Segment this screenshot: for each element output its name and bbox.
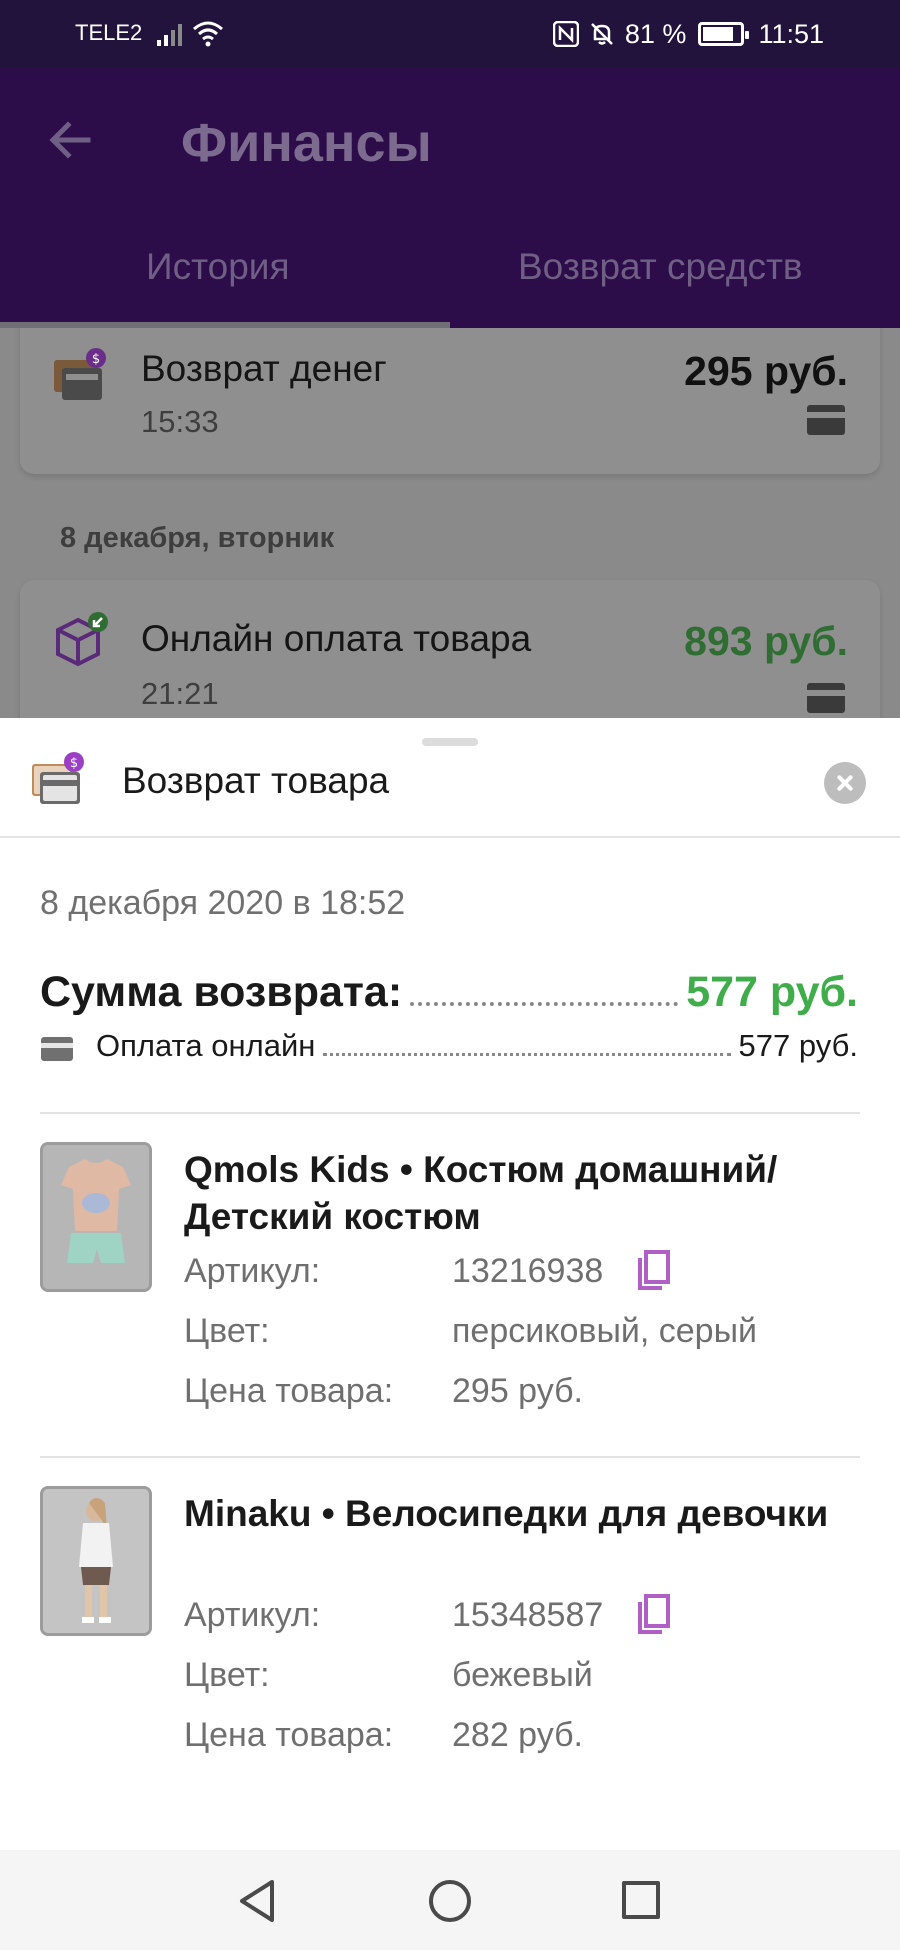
carrier-name: TELE2: [75, 20, 143, 45]
price-value: 282 руб.: [452, 1716, 584, 1754]
system-nav-bar: [0, 1850, 900, 1950]
history-item[interactable]: $ Возврат денег 15:33 295 руб.: [20, 328, 880, 474]
tab-history[interactable]: История: [146, 246, 289, 288]
package-payment-icon: [56, 612, 108, 667]
product-name: Minaku • Велосипедки для девочки: [184, 1493, 829, 1534]
history-item-time: 21:21: [141, 676, 219, 711]
divider: [0, 836, 900, 838]
dotted-leader: [410, 1002, 679, 1006]
clock: 11:51: [758, 18, 824, 49]
wifi-icon: [193, 21, 223, 47]
copy-icon[interactable]: [636, 1594, 672, 1636]
color-value: бежевый: [452, 1656, 593, 1694]
sheet-title: Возврат товара: [122, 760, 390, 801]
history-item-amount: 295 руб.: [684, 348, 848, 394]
back-arrow-icon[interactable]: [44, 114, 96, 166]
card-icon: [807, 405, 845, 435]
history-item-title: Онлайн оплата товара: [141, 618, 532, 659]
status-bar: TELE2 81 % 11:51: [0, 0, 900, 68]
dotted-leader: [323, 1053, 731, 1056]
product-image[interactable]: [40, 1142, 152, 1292]
mute-bell-icon: [589, 21, 615, 47]
battery-percent: 81 %: [624, 18, 687, 49]
svg-text:$: $: [92, 352, 100, 367]
article-label: Артикул:: [184, 1252, 321, 1290]
history-item[interactable]: Онлайн оплата товара 21:21 893 руб.: [20, 580, 880, 718]
card-icon: [41, 1037, 73, 1061]
color-value: персиковый, серый: [452, 1312, 758, 1350]
color-label: Цвет:: [184, 1656, 270, 1694]
signal-icon: [157, 24, 182, 46]
refund-wallet-icon: $: [32, 752, 84, 804]
refund-sum-row: Сумма возврата: 577 руб.: [40, 968, 858, 1020]
product-item[interactable]: Minaku • Велосипедки для девочки Артикул…: [40, 1486, 870, 1786]
price-label: Цена товара:: [184, 1716, 394, 1754]
article-label: Артикул:: [184, 1596, 321, 1634]
divider: [40, 1112, 860, 1114]
divider: [40, 1456, 860, 1458]
card-icon: [807, 683, 845, 713]
product-name: Qmols Kids • Костюм домашний/ Детский ко…: [184, 1149, 778, 1237]
date-header: 8 декабря, вторник: [60, 522, 335, 554]
nav-recents-icon[interactable]: [622, 1881, 660, 1919]
refund-details-sheet: $ Возврат товара 8 декабря 2020 в 18:52 …: [0, 718, 900, 1850]
product-image[interactable]: [40, 1486, 152, 1636]
refund-wallet-icon: $: [54, 348, 106, 400]
nav-home-icon[interactable]: [429, 1880, 471, 1922]
battery-icon: [698, 22, 750, 46]
history-item-time: 15:33: [141, 404, 219, 439]
history-list: $ Возврат денег 15:33 295 руб. 8 декабря…: [0, 328, 900, 718]
nfc-icon: [552, 21, 579, 47]
refund-sum-label: Сумма возврата:: [40, 968, 403, 1016]
close-button[interactable]: [824, 762, 866, 804]
page-title: Финансы: [181, 113, 432, 173]
nav-back-icon[interactable]: [236, 1878, 278, 1924]
product-item[interactable]: Qmols Kids • Костюм домашний/ Детский ко…: [40, 1142, 870, 1442]
payment-method-label: Оплата онлайн: [96, 1028, 316, 1063]
refund-date: 8 декабря 2020 в 18:52: [40, 884, 406, 922]
copy-icon[interactable]: [636, 1250, 672, 1292]
refund-sum-value: 577 руб.: [686, 968, 858, 1016]
payment-method-value: 577 руб.: [738, 1028, 858, 1063]
article-value[interactable]: 13216938: [452, 1252, 603, 1291]
price-label: Цена товара:: [184, 1372, 394, 1410]
drag-handle[interactable]: [422, 738, 478, 746]
payment-method-row: Оплата онлайн 577 руб.: [40, 1028, 858, 1070]
article-value[interactable]: 15348587: [452, 1596, 603, 1635]
color-label: Цвет:: [184, 1312, 270, 1350]
history-item-title: Возврат денег: [141, 348, 387, 389]
app-bar: Финансы История Возврат средств: [0, 68, 900, 328]
tab-refund[interactable]: Возврат средств: [518, 246, 803, 288]
price-value: 295 руб.: [452, 1372, 584, 1410]
history-item-amount: 893 руб.: [684, 618, 848, 664]
svg-text:$: $: [70, 756, 78, 771]
